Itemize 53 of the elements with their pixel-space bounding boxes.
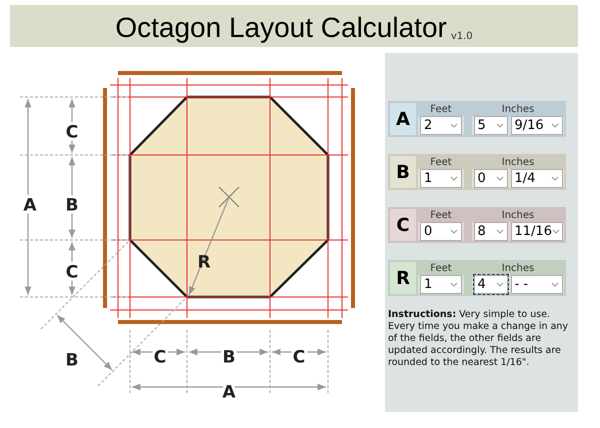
column-header: Inches [502, 104, 534, 114]
fraction-select[interactable]: 11/16 [510, 222, 562, 241]
chevron-icon [450, 123, 458, 128]
chevron-icon [550, 123, 558, 128]
dimension-arrow [56, 314, 112, 370]
dimension-label: A [23, 196, 37, 216]
chevron-icon [496, 123, 504, 128]
row-letter: R [396, 266, 410, 290]
column-header: Feet [430, 104, 452, 114]
chevron-icon [550, 176, 558, 181]
inches-select[interactable]: 0 [474, 169, 508, 188]
chevron-icon [496, 282, 504, 287]
feet-select[interactable]: 1 [420, 169, 462, 188]
instructions-text: Instructions: Very simple to use. Every time you make a change in any of the fields, the other fields are updated accordingly. The results are rounded to the nearest 1/16". [388, 309, 570, 369]
chevron-icon [496, 229, 504, 234]
column-header: Feet [430, 158, 452, 168]
inches-select[interactable]: 8 [474, 222, 508, 241]
dimension-label: C [292, 348, 306, 368]
fraction-select[interactable]: - - [510, 275, 562, 294]
dimension-label: C [154, 348, 166, 368]
chevron-icon [450, 229, 458, 234]
feet-select[interactable]: 1 [420, 275, 462, 294]
dimension-label: A [222, 382, 236, 403]
dimension-label: B [222, 348, 236, 368]
fraction-select[interactable]: 1/4 [510, 169, 562, 188]
dimension-label: R [197, 252, 211, 273]
column-header: Feet [430, 210, 452, 220]
dimension-arrow [68, 242, 76, 295]
column-header: Feet [430, 264, 452, 274]
chevron-icon [552, 229, 560, 234]
column-header: Inches [502, 264, 534, 274]
row-letter: A [396, 108, 410, 132]
dimension-label: B [66, 350, 78, 371]
fraction-select[interactable]: 9/16 [510, 116, 562, 135]
feet-select[interactable]: 2 [420, 116, 462, 135]
inches-select[interactable]: 5 [474, 116, 508, 135]
chevron-icon [450, 176, 458, 181]
column-header: Inches [502, 158, 534, 168]
dimension-label: C [66, 262, 78, 283]
column-header: Inches [502, 210, 534, 220]
dimension-arrow [68, 99, 76, 153]
chevron-icon [550, 282, 558, 287]
chevron-icon [496, 176, 504, 181]
cross-mark [218, 186, 240, 208]
row-letter: B [396, 160, 410, 184]
version-label: v1.0 [450, 32, 473, 42]
dimension-label: C [66, 122, 78, 143]
inches-select[interactable]: 4 [474, 275, 508, 294]
row-letter: C [396, 214, 410, 238]
app-title: Octagon Layout Calculator [115, 14, 447, 42]
dimension-label: B [66, 196, 78, 216]
chevron-icon [450, 282, 458, 287]
feet-select[interactable]: 0 [420, 222, 462, 241]
